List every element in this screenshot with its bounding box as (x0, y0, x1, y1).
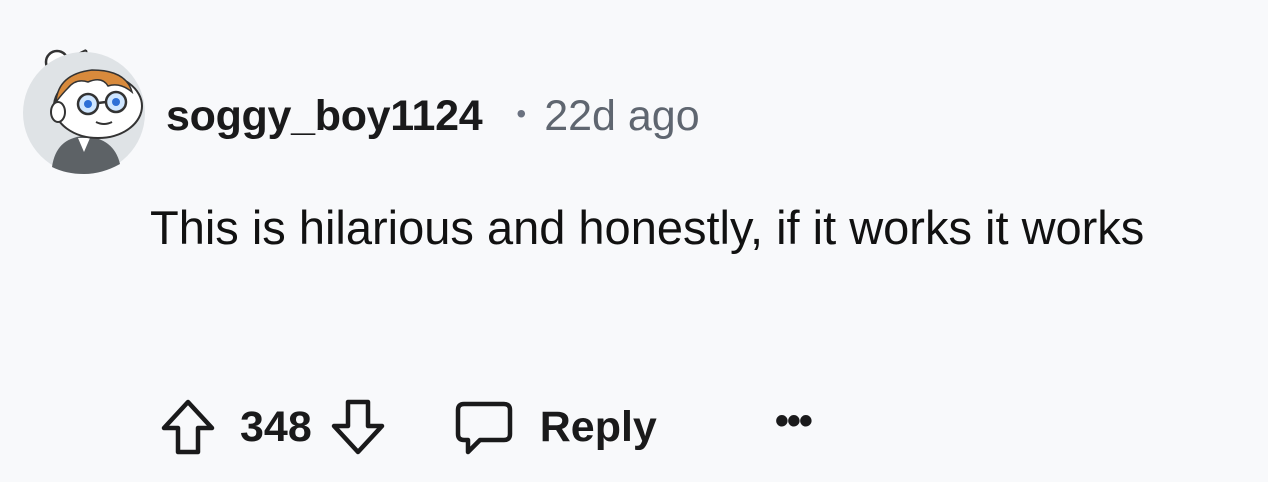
upvote-button[interactable] (158, 396, 218, 458)
snoo-avatar-icon (23, 49, 145, 174)
speech-bubble-icon (455, 401, 512, 455)
comment-header: soggy_boy1124 • 22d ago (166, 86, 700, 146)
arrow-up-icon (161, 399, 215, 455)
vote-score: 348 (240, 402, 312, 451)
ellipsis-icon[interactable]: ••• (775, 399, 813, 444)
reply-button[interactable]: Reply (454, 398, 657, 456)
downvote-button[interactable] (328, 396, 388, 458)
separator-dot: • (516, 98, 527, 129)
comment-actions: 348 Reply ••• (158, 392, 813, 462)
comment: soggy_boy1124 • 22d ago This is hilariou… (0, 0, 1268, 482)
user-avatar[interactable] (22, 42, 146, 174)
reply-label: Reply (539, 402, 657, 451)
username-link[interactable]: soggy_boy1124 (166, 92, 483, 141)
timestamp[interactable]: 22d ago (544, 92, 699, 141)
arrow-down-icon (331, 399, 384, 455)
comment-text: This is hilarious and honestly, if it wo… (150, 201, 1145, 254)
